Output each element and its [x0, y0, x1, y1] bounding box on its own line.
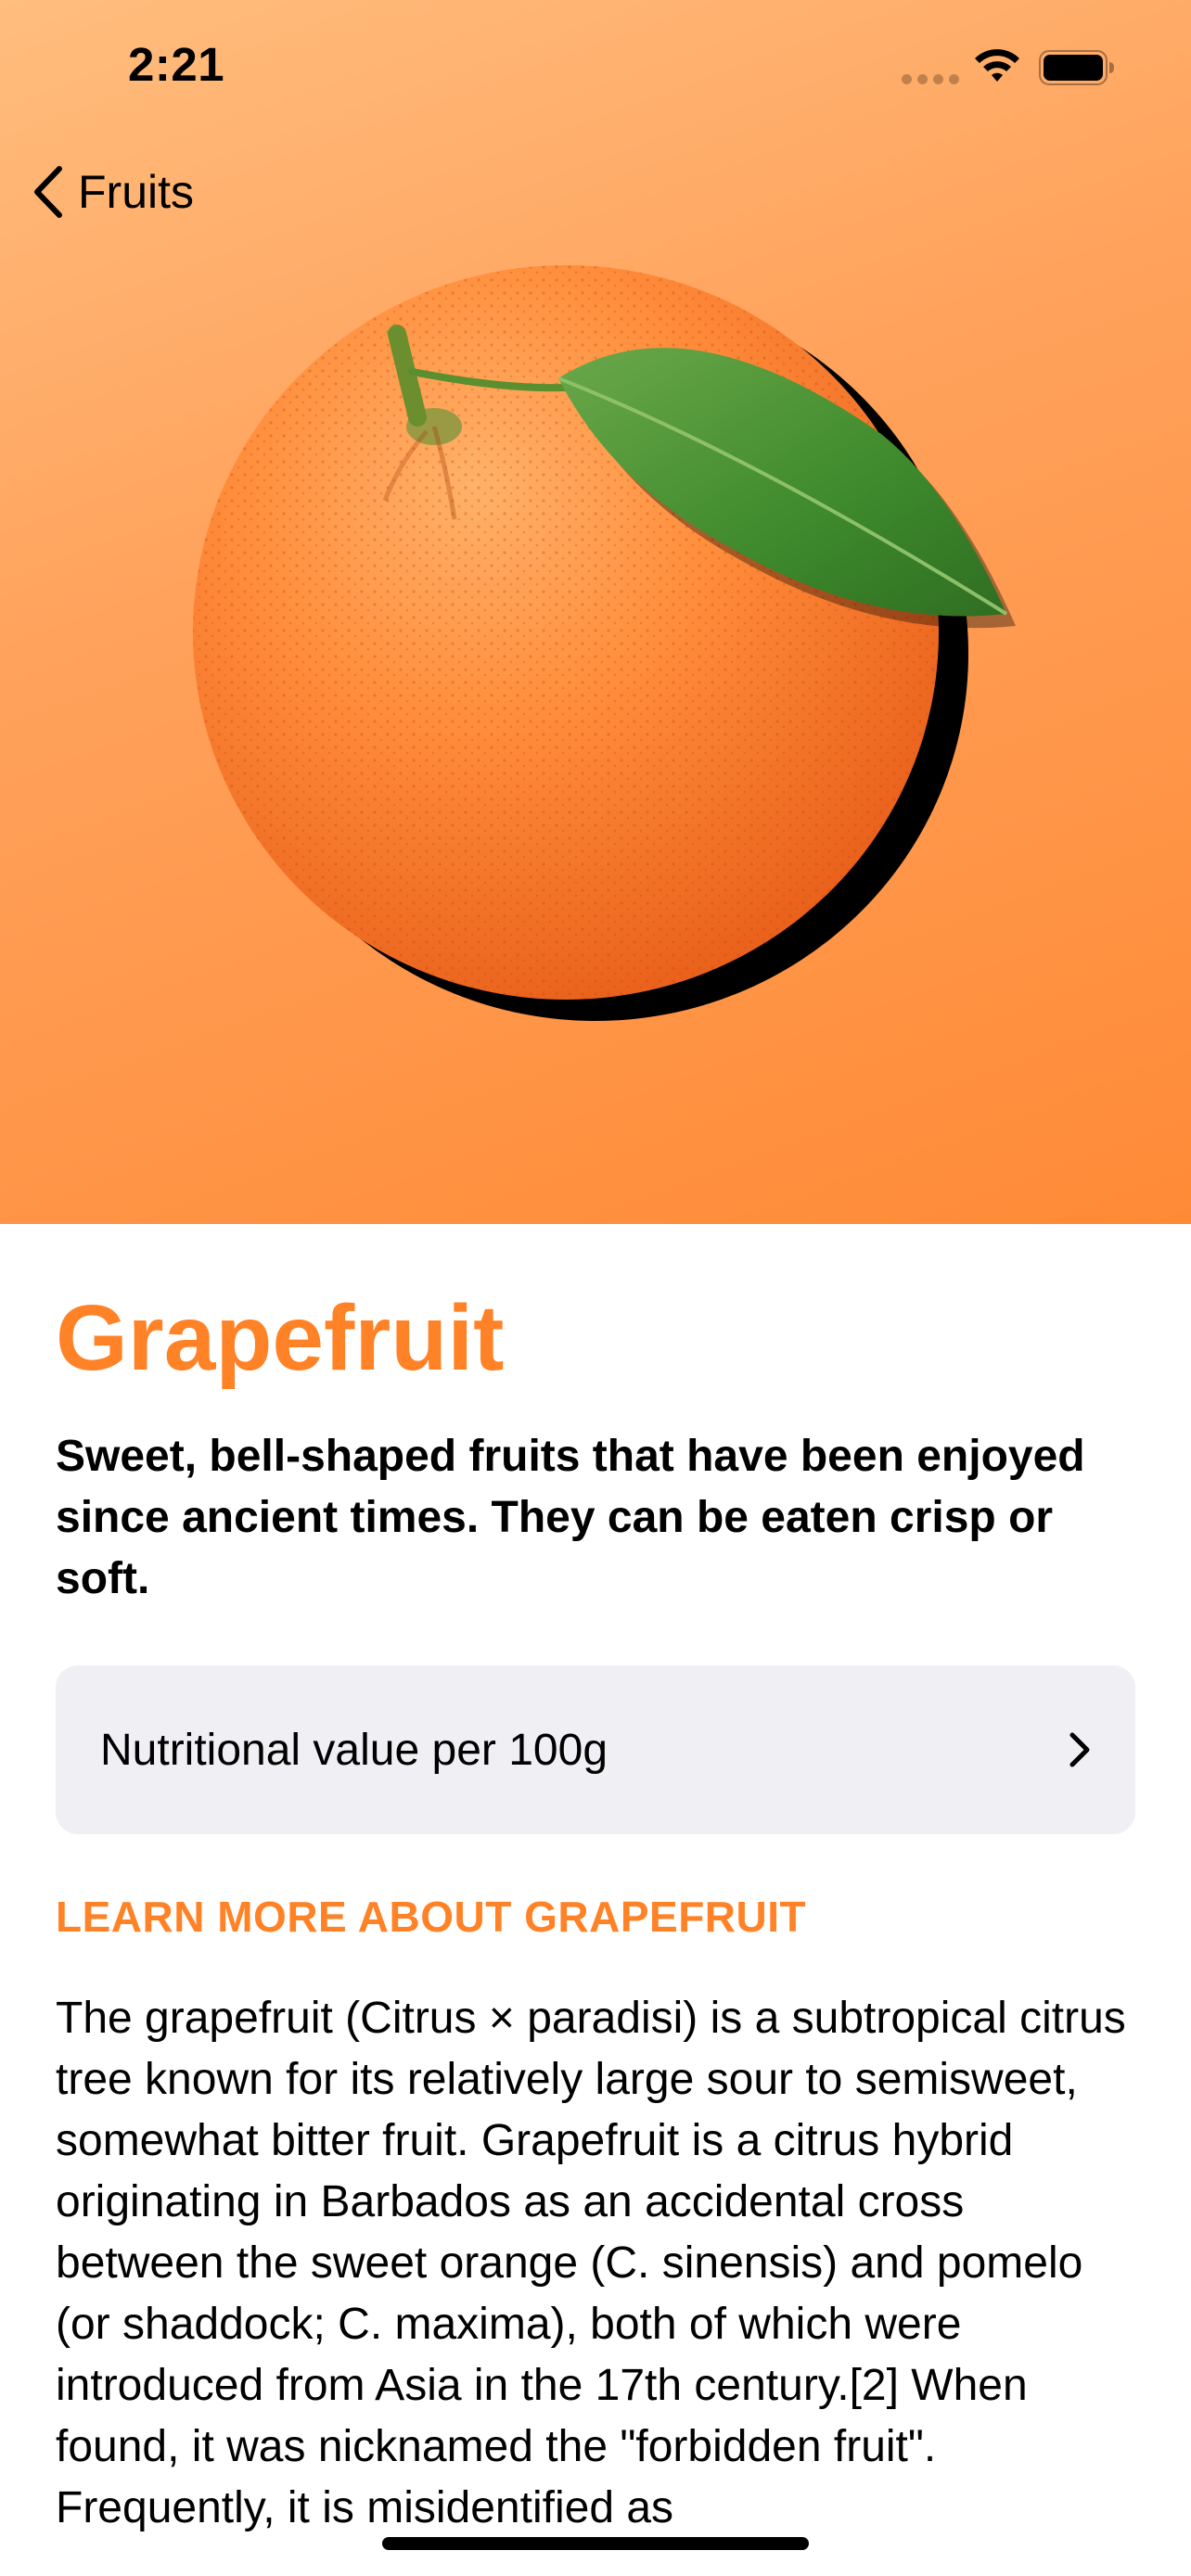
home-indicator[interactable] [382, 2537, 809, 2550]
chevron-left-icon [34, 166, 62, 218]
back-button[interactable]: Fruits [32, 159, 194, 224]
fruit-description: The grapefruit (Citrus × paradisi) is a … [56, 1994, 1126, 2532]
nutrition-label: Nutritional value per 100g [100, 1725, 608, 1775]
detail-content: Grapefruit Sweet, bell-shaped fruits tha… [0, 1224, 1191, 2539]
fruit-title: Grapefruit [56, 1286, 505, 1390]
chevron-right-icon [1069, 1732, 1090, 1767]
fruit-headline: Sweet, bell-shaped fruits that have been… [56, 1432, 1085, 1603]
cellular-signal-icon [902, 74, 959, 84]
hero-header: 2:21 Fruits [0, 0, 1191, 1224]
wifi-icon [975, 49, 1019, 82]
nutrition-disclosure-row[interactable]: Nutritional value per 100g [56, 1665, 1135, 1834]
grapefruit-image [193, 265, 1016, 1021]
back-button-label: Fruits [78, 166, 194, 218]
status-bar: 2:21 [0, 0, 1191, 130]
battery-icon [1039, 50, 1114, 85]
learn-more-title: LEARN MORE ABOUT GRAPEFRUIT [56, 1893, 807, 1941]
status-time: 2:21 [128, 38, 225, 91]
